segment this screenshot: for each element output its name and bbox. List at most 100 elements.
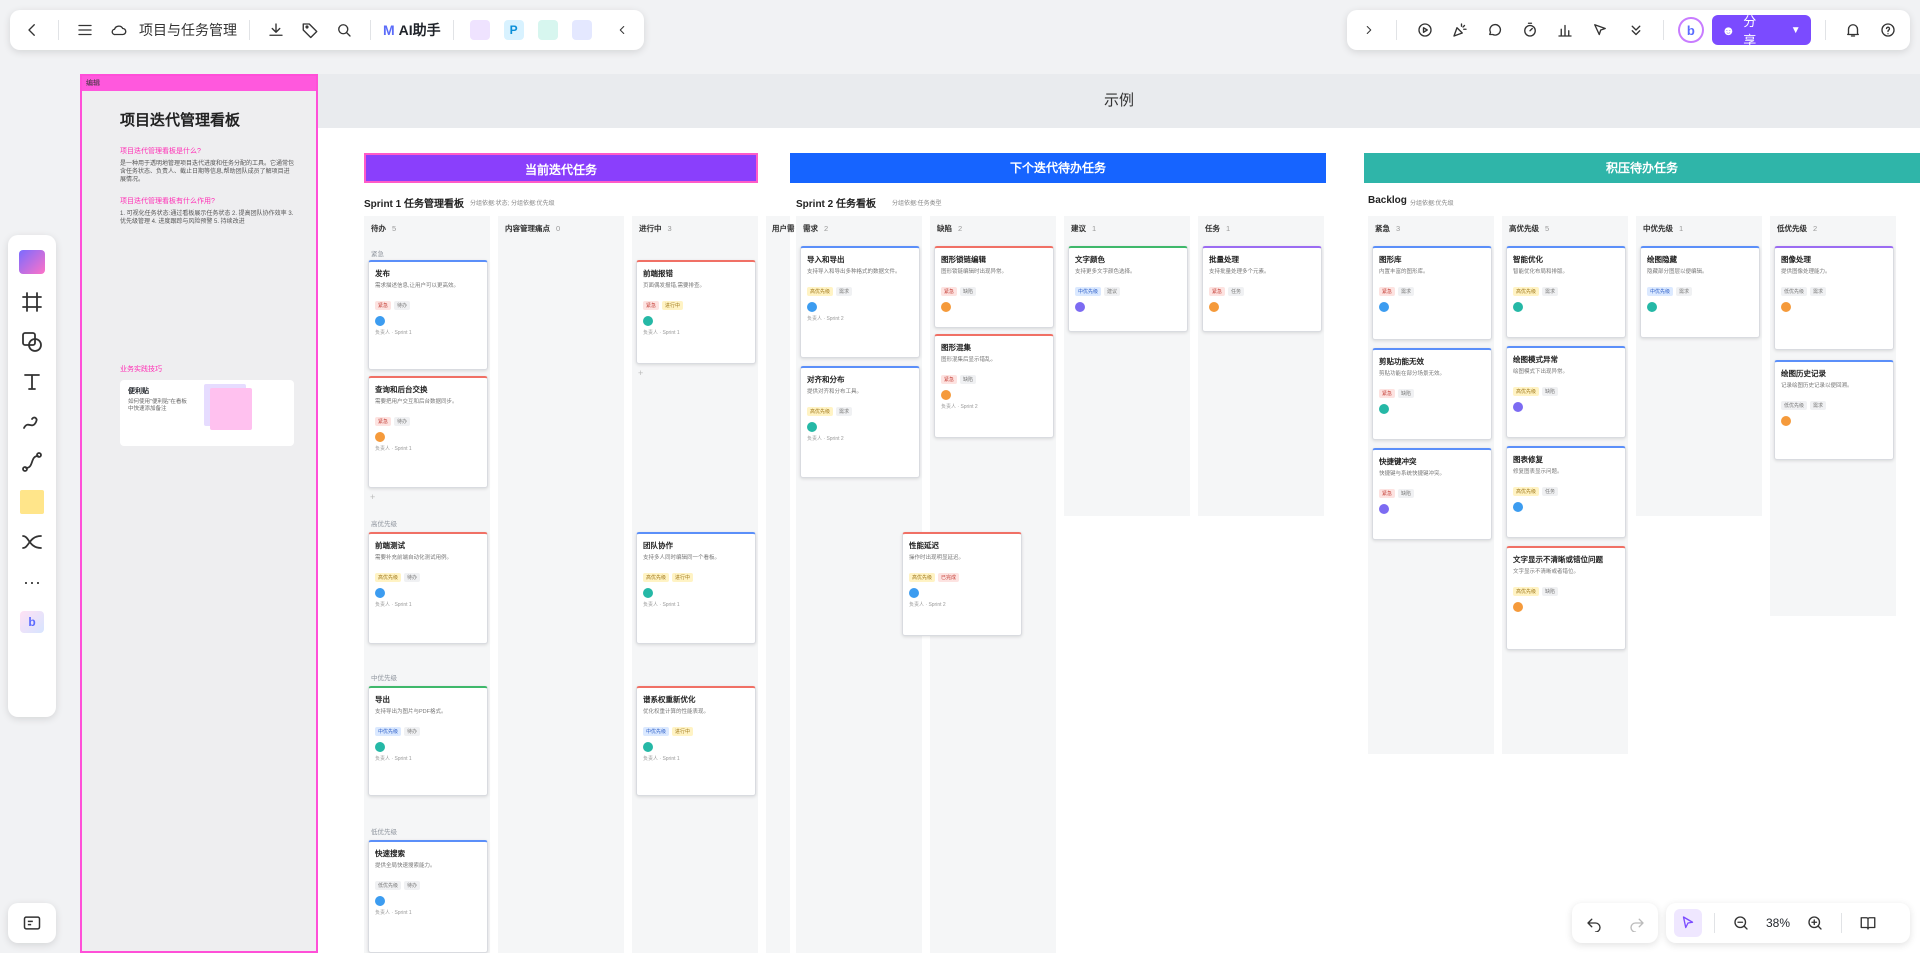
play-icon[interactable] [1411,16,1438,44]
redo-icon[interactable] [1623,909,1651,937]
task-card[interactable]: 图表修复 修复图表显示问题。 高优先级 任务 [1506,446,1626,538]
task-card[interactable]: 导入和导出 支持导入和导出多种格式的数据文件。 高优先级 需求 负责人 · Sprint… [800,246,920,358]
zoom-in-icon[interactable] [1801,909,1829,937]
board-title-s2: Sprint 2 任务看板 [796,199,877,210]
chevron-down-icon[interactable]: ▼ [1791,25,1801,36]
user-avatar[interactable]: b [1678,17,1704,43]
task-card[interactable]: 发布 需求描述信息,让用户可以更高效。 紧急 待办 负责人 · Sprint 1 [368,260,488,370]
canvas[interactable]: 示例 当前迭代任务 下个迭代待办任务 积压待办任务 Sprint 1 任务管理看… [318,74,1920,953]
task-card[interactable]: 图形混集 图形混集后显示错乱。 紧急 缺陷 负责人 · Sprint 2 [934,334,1054,438]
zoom-out-icon[interactable] [1727,909,1755,937]
timer-icon[interactable] [1517,16,1544,44]
board-filter-bl[interactable]: 分组依据:优先级 [1410,198,1454,207]
text-icon[interactable] [15,365,49,399]
tip-desc: 如何使用"便利贴"在看板中快速添加备注 [128,399,187,412]
task-card[interactable]: 前端测试 需要补充前端自动化测试用例。 高优先级 待办 负责人 · Sprint 1 [368,532,488,644]
shape-icon[interactable] [15,325,49,359]
task-card[interactable]: 文字颜色 支持更多文字颜色选择。 中优先级 建议 [1068,246,1188,332]
add-card-icon[interactable]: + [638,368,643,378]
task-card[interactable]: 图形锁链编辑 图形锁链编辑时出现异常。 紧急 缺陷 [934,246,1054,328]
task-card[interactable]: 批量处理 支持批量处理多个元素。 紧急 任务 [1202,246,1322,332]
bl-col-head-3: 低优先级 2 [1777,224,1818,233]
doc-title[interactable]: 项目与任务管理 [139,20,237,40]
sticky-note-icon[interactable] [15,485,49,519]
collapse-left-icon[interactable] [608,16,636,44]
task-card[interactable]: 文字显示不清晰或错位问题 文字显示不清晰或者错位。 高优先级 缺陷 [1506,546,1626,650]
task-card[interactable]: 绘图隐藏 隐藏部分图层以便编辑。 中优先级 需求 [1640,246,1760,338]
task-card[interactable]: 图像处理 提供图像处理能力。 低优先级 需求 [1774,246,1894,350]
task-card[interactable]: 智能优化 智能优化布局和排版。 高优先级 需求 [1506,246,1626,338]
menu-icon[interactable] [71,16,99,44]
connector-icon[interactable] [15,445,49,479]
example-header: 示例 [318,74,1920,128]
plugin-image-icon[interactable] [469,20,490,40]
task-card[interactable]: 性能延迟 操作时出现明显延迟。 高优先级 已完成 负责人 · Sprint 2 [902,532,1022,636]
task-card[interactable]: 快捷键冲突 快捷键与系统快捷键冲突。 紧急 缺陷 [1372,448,1492,540]
s2-col-head-0: 需求 2 [803,224,829,233]
guide-a2: 1. 可视化任务状态:通过看板展示任务状态 2. 提高团队协作效率 3. 优先级… [120,211,294,225]
expand-right-icon[interactable] [1355,16,1382,44]
vote-icon[interactable] [1552,16,1579,44]
task-card[interactable]: 前端报错 页面偶发报错,需要排查。 紧急 进行中 负责人 · Sprint 1 [636,260,756,364]
zoom-level[interactable]: 38% [1761,916,1795,930]
bl-col-head-0: 紧急 3 [1375,224,1401,233]
group-low: 低优先级 [371,829,397,836]
help-icon[interactable] [1875,16,1902,44]
back-icon[interactable] [18,16,46,44]
task-card[interactable]: 图形库 内置丰富的图形库。 紧急 需求 [1372,246,1492,340]
add-card-icon[interactable]: + [370,492,375,502]
celebrate-icon[interactable] [1446,16,1473,44]
task-card[interactable]: 绘图历史记录 记录绘图历史记录以便回溯。 低优先级 需求 [1774,360,1894,460]
task-card[interactable]: 绘图模式异常 绘图模式下出现异常。 高优先级 缺陷 [1506,346,1626,438]
share-button[interactable]: ☻ 分享 ▼ [1711,14,1811,48]
guide-title: 项目迭代管理看板 [120,112,241,129]
task-card[interactable]: 查询和后台交换 需要把用户交互和后台数据同步。 紧急 待办 负责人 · Sprint 1 [368,376,488,488]
history-controls [1572,903,1658,943]
board-title-s1: Sprint 1 任务管理看板 [364,199,465,210]
task-card[interactable]: 团队协作 支持多人同时编辑同一个看板。 高优先级 进行中 负责人 · Sprint 1 [636,532,756,644]
plugin-chat-icon[interactable] [571,20,592,40]
book-icon[interactable] [1854,909,1882,937]
comment-icon[interactable] [1481,16,1508,44]
mindmap-icon[interactable] [15,525,49,559]
plugin-flow-icon[interactable] [537,20,558,40]
s2-col-head-3: 任务 1 [1205,224,1231,233]
more-tools-icon[interactable]: ··· [15,565,49,599]
task-card[interactable]: 快速搜索 提供全局快速搜索能力。 低优先级 待办 负责人 · Sprint 1 [368,840,488,953]
select-cursor-icon[interactable] [1674,909,1702,937]
sticky-preview [210,388,252,430]
task-card[interactable]: 对齐和分布 提供对齐和分布工具。 高优先级 需求 负责人 · Sprint 2 [800,366,920,478]
share-user-icon: ☻ [1721,22,1736,38]
group-mid: 中优先级 [371,675,397,682]
guide-a1: 是一种用于透明地管理项目迭代进度和任务分配的工具。它通常包含任务状态、负责人、截… [120,161,295,183]
plugin-p-icon[interactable]: P [503,20,524,40]
ai-assistant-button[interactable]: M AI助手 [383,20,441,40]
tag-icon[interactable] [296,16,324,44]
frame-icon[interactable] [15,285,49,319]
group-high: 高优先级 [371,521,397,528]
s1-col-head-1: 内容管理痛点 0 [505,224,561,233]
bell-icon[interactable] [1840,16,1867,44]
task-card[interactable]: 剪贴功能无效 剪贴功能在部分场景无效。 紧急 缺陷 [1372,348,1492,440]
s1-col-content [498,216,624,953]
minimap-button[interactable] [8,903,56,943]
laser-pointer-icon[interactable] [1587,16,1614,44]
board-title-bl: Backlog [1368,195,1407,206]
task-card[interactable]: 谱系权重新优化 优化权重计算的性能表现。 中优先级 进行中 负责人 · Sprint 1 [636,686,756,796]
more-down-icon[interactable] [1622,16,1649,44]
undo-icon[interactable] [1580,909,1608,937]
board-filter-s1[interactable]: 分组依据:状态; 分组依据:优先级 [470,198,555,207]
download-icon[interactable] [262,16,290,44]
tip-card[interactable]: 便利贴 如何使用"便利贴"在看板中快速添加备注 [120,380,294,446]
s1-col-head-2: 进行中 3 [639,224,672,233]
cloud-icon [105,16,133,44]
left-tool-palette: ··· b [8,235,56,717]
tip-header: 业务实践技巧 [120,366,162,373]
section-next: 下个迭代待办任务 [790,153,1326,183]
plugin-b-icon[interactable]: b [15,605,49,639]
task-card[interactable]: 导出 支持导出为图片与PDF格式。 中优先级 待办 负责人 · Sprint 1 [368,686,488,796]
pen-icon[interactable] [15,405,49,439]
board-filter-s2[interactable]: 分组依据:任务类型 [892,198,942,207]
search-icon[interactable] [330,16,358,44]
template-icon[interactable] [15,245,49,279]
